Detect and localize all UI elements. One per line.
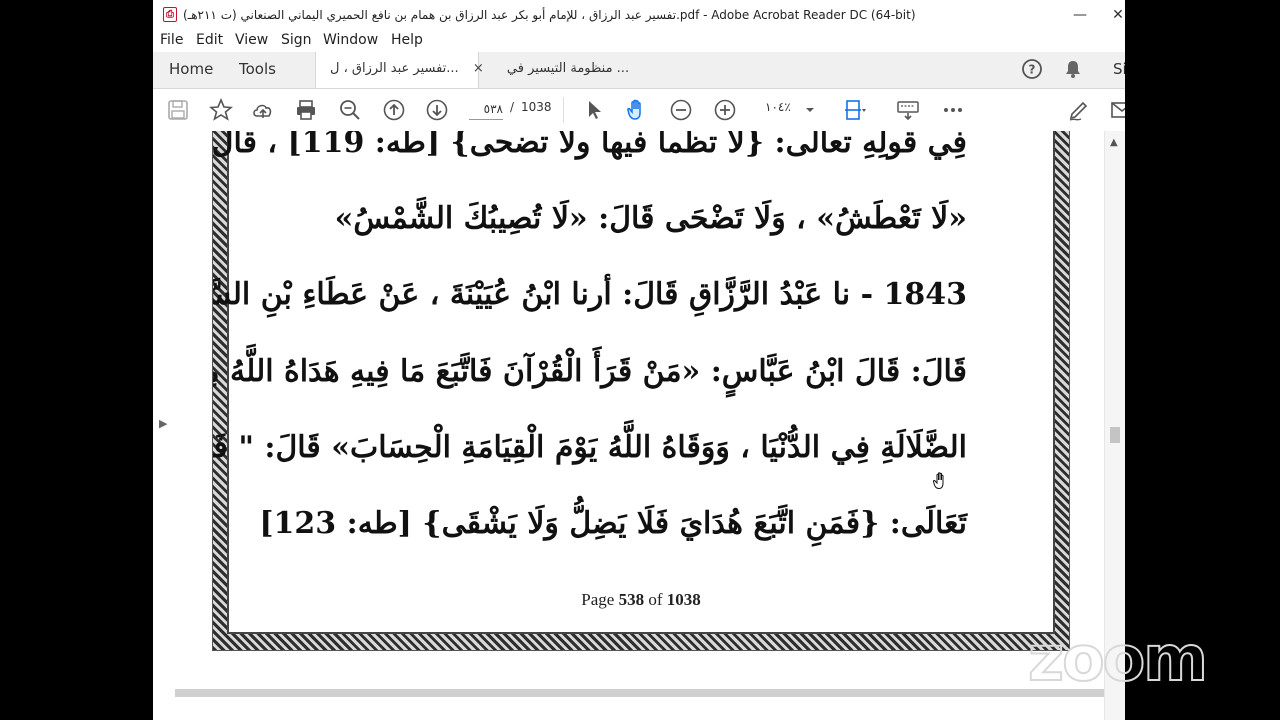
text-line: «لَا تَعْطَشُ» ، وَلَا تَضْحَى قَالَ: «ل… (334, 201, 967, 236)
save-icon[interactable] (166, 98, 190, 122)
fill-sign-icon[interactable] (1067, 98, 1091, 122)
document-viewer[interactable]: ▶ فِي قولِهِ تعالى: {لا تظمأ فيها ولا تض… (153, 131, 1125, 720)
zoom-dropdown-chevron-icon[interactable] (803, 98, 817, 122)
acrobat-pdf-icon: ⎙ (163, 7, 177, 22)
keyboard-scroll-icon[interactable] (896, 98, 920, 122)
footer-prefix: Page (581, 590, 615, 609)
left-panel-collapsed: ▶ (153, 131, 173, 720)
menu-edit[interactable]: Edit (196, 32, 223, 48)
zoom-in-icon[interactable] (713, 98, 737, 122)
toolbar-divider (563, 97, 564, 123)
hand-tool-icon[interactable] (625, 98, 649, 122)
document-tab-label: تفسير عبد الرزاق ، ل... (330, 61, 459, 76)
footer-page-number: 538 (618, 590, 645, 609)
footer-of: of (648, 590, 663, 609)
page-content-area: فِي قولِهِ تعالى: {لا تظمأ فيها ولا تضحى… (213, 131, 1055, 634)
scrollbar-thumb[interactable] (1110, 427, 1120, 443)
scroll-up-icon[interactable]: ▲ (1110, 137, 1118, 148)
menu-view[interactable]: View (235, 32, 268, 48)
footer-total-pages: 1038 (666, 590, 701, 609)
next-page-edge (175, 689, 1108, 697)
email-icon[interactable] (1110, 98, 1125, 122)
document-tab[interactable]: منظومة التيسير في ... (493, 52, 643, 88)
title-bar: ⎙ تفسير عبد الرزاق ، للإمام أبو بكر عبد … (153, 0, 1125, 30)
document-tab-active[interactable]: تفسير عبد الرزاق ، ل... × (315, 52, 484, 88)
text-line: قَالَ: قَالَ ابْنُ عَبَّاسٍ: «مَنْ قَرَأ… (212, 354, 967, 389)
zoom-watermark: zoom (1027, 621, 1209, 696)
toolbar: ٥٣٨ / 1038 ١٠٤٪ (153, 89, 1125, 132)
menu-help[interactable]: Help (391, 32, 423, 48)
more-options-icon[interactable] (941, 98, 965, 122)
print-icon[interactable] (294, 98, 318, 122)
menu-window[interactable]: Window (323, 32, 378, 48)
tab-home[interactable]: Home (169, 60, 213, 78)
page-fit-icon[interactable] (843, 98, 867, 122)
tab-bar: Home Tools تفسير عبد الرزاق ، ل... × منظ… (153, 52, 1125, 89)
text-line: 1843 - نا عَبْدُ الرَّزَّاقِ قَالَ: أرنا… (212, 277, 967, 312)
window-title: تفسير عبد الرزاق ، للإمام أبو بكر عبد ال… (183, 8, 916, 22)
text-line: فِي قولِهِ تعالى: {لا تظمأ فيها ولا تضحى… (212, 131, 967, 160)
acrobat-window: ⎙ تفسير عبد الرزاق ، للإمام أبو بكر عبد … (153, 0, 1125, 720)
select-cursor-icon[interactable] (583, 98, 607, 122)
next-page-icon[interactable] (425, 98, 449, 122)
text-line: الضَّلَالَةِ فِي الدُّنْيَا ، وَوَقَاهُ … (213, 430, 967, 465)
zoom-out-icon[interactable] (669, 98, 693, 122)
sign-in-link[interactable]: Si (1113, 60, 1125, 78)
document-tab-label: منظومة التيسير في ... (506, 61, 630, 76)
notification-bell-icon[interactable] (1062, 58, 1084, 80)
zoom-level[interactable]: ١٠٤٪ (765, 100, 791, 114)
bookmark-star-icon[interactable] (209, 98, 233, 122)
hand-cursor-icon (932, 472, 944, 490)
expand-left-panel-icon[interactable]: ▶ (159, 417, 167, 430)
pdf-page: فِي قولِهِ تعالى: {لا تظمأ فيها ولا تضحى… (212, 131, 1070, 651)
upload-cloud-icon[interactable] (251, 98, 275, 122)
total-pages: 1038 (521, 100, 552, 114)
minimize-button[interactable]: — (1065, 4, 1095, 26)
page-number-input[interactable]: ٥٣٨ (469, 99, 503, 120)
page-separator: / (510, 100, 515, 114)
help-icon[interactable]: ? (1021, 58, 1043, 80)
menu-file[interactable]: File (160, 32, 183, 48)
close-tab-icon[interactable]: × (473, 61, 484, 76)
previous-page-icon[interactable] (382, 98, 406, 122)
tab-tools[interactable]: Tools (239, 60, 276, 78)
menu-sign[interactable]: Sign (281, 32, 312, 48)
search-icon[interactable] (338, 98, 362, 122)
close-window-button[interactable]: ✕ (1103, 4, 1125, 26)
page-footer: Page 538 of 1038 (229, 590, 1053, 610)
svg-text:?: ? (1029, 63, 1036, 77)
text-line: تَعَالَى: {فَمَنِ اتَّبَعَ هُدَايَ فَلَا… (259, 506, 967, 541)
menu-bar: File Edit View Sign Window Help (153, 30, 1125, 52)
